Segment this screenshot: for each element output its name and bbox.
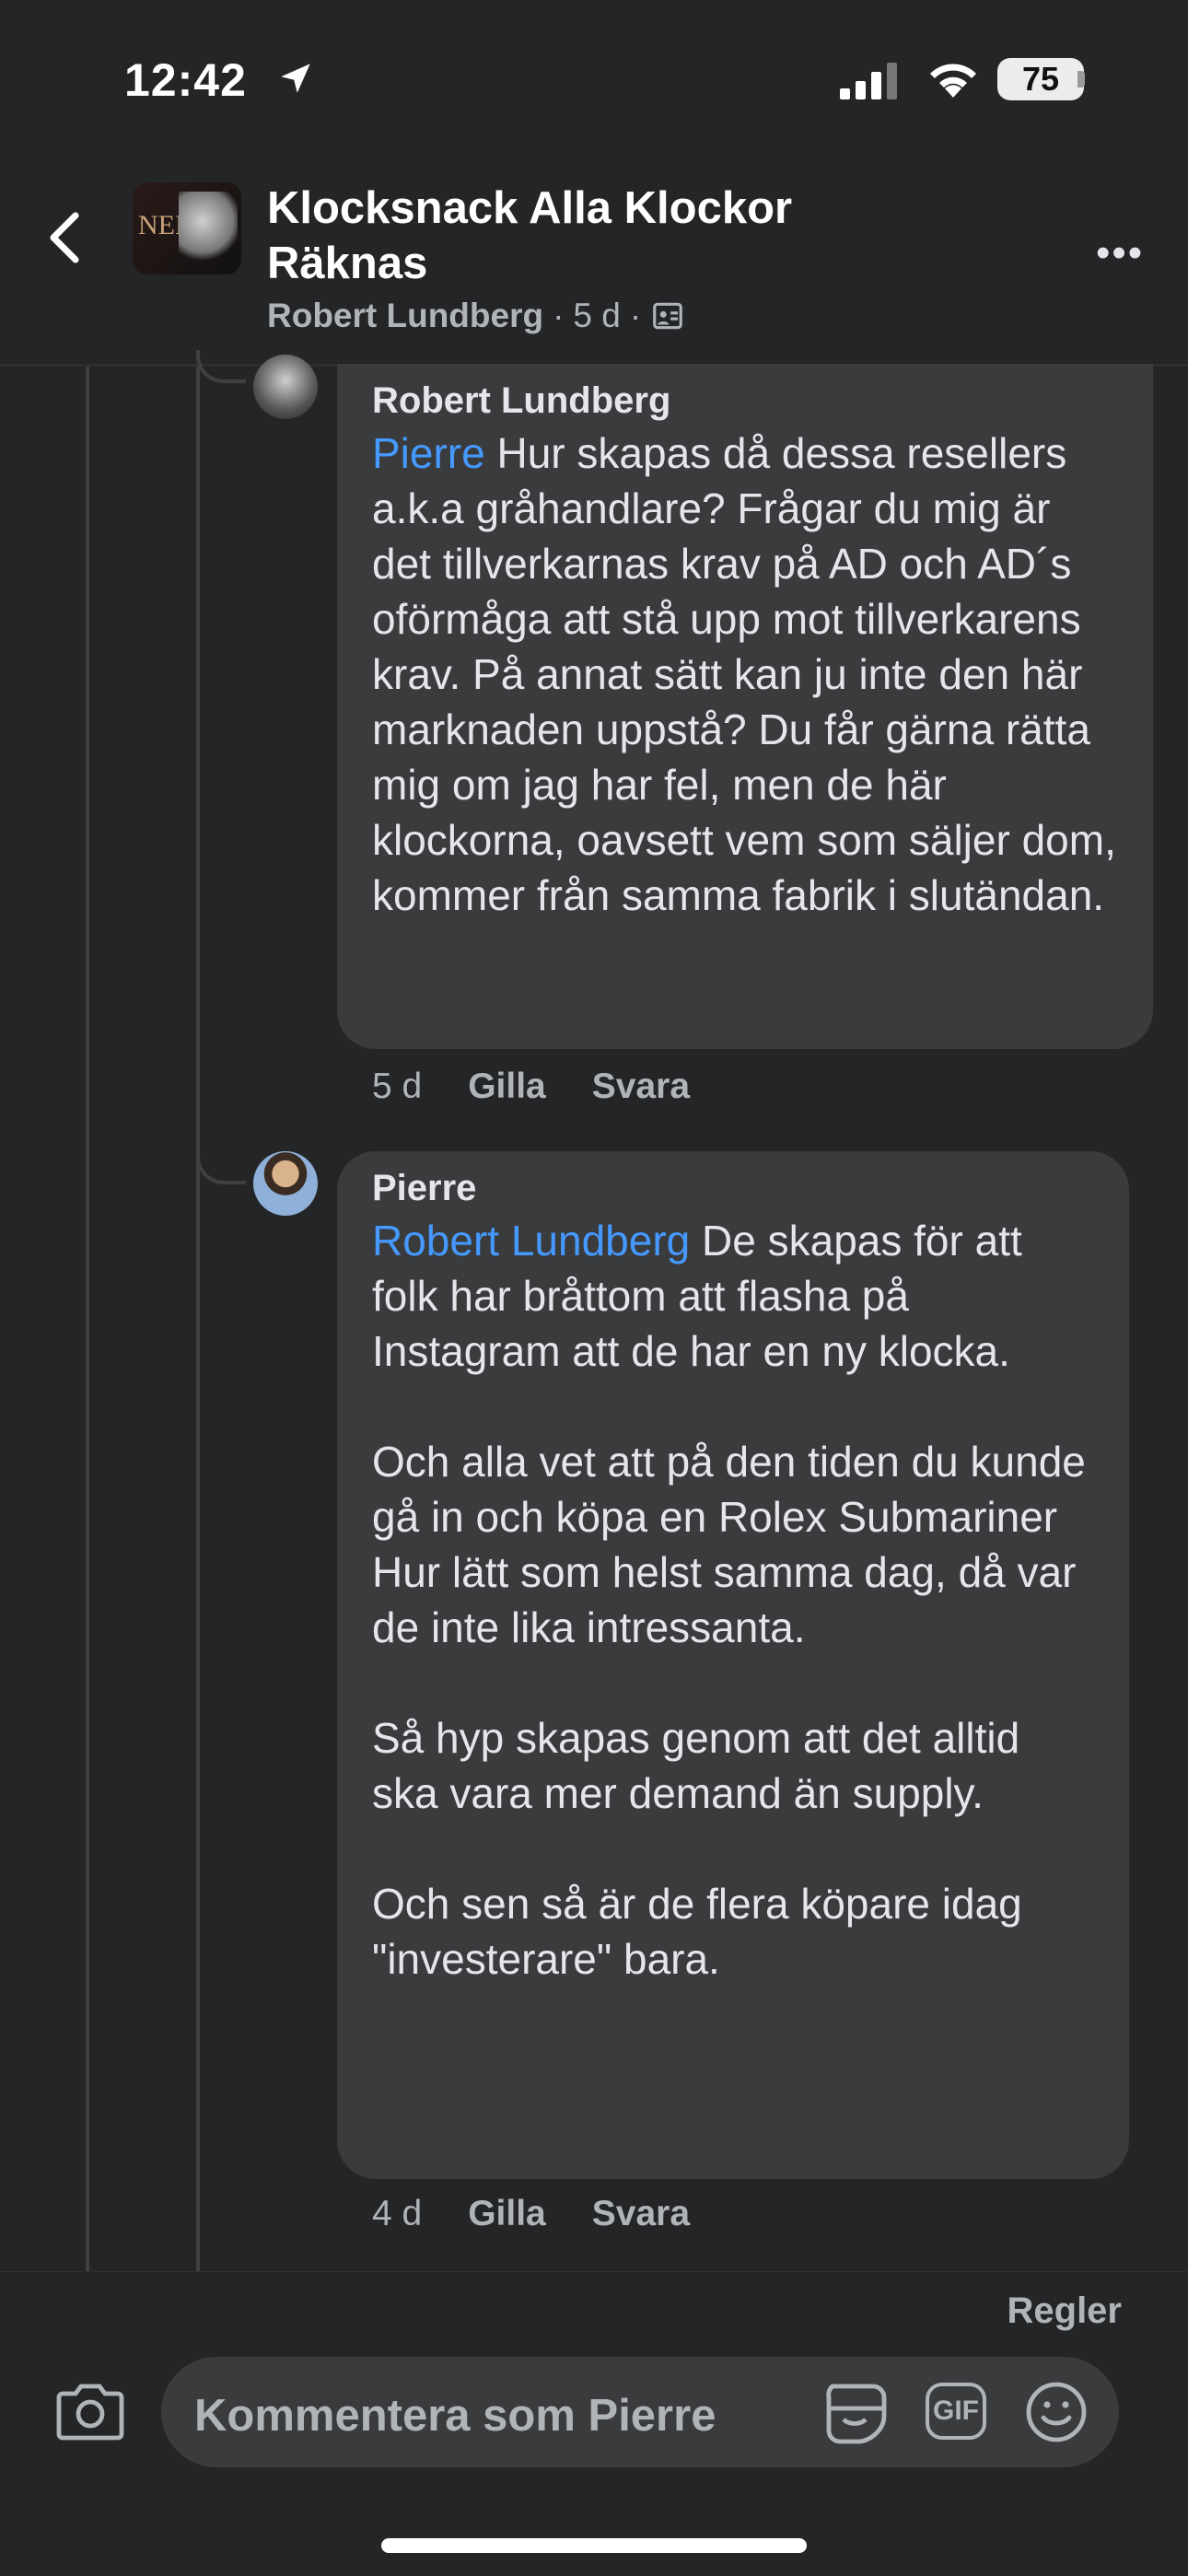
comment-bubble: Pierre Robert Lundberg De skapas för att… xyxy=(337,1151,1129,2179)
avatar[interactable] xyxy=(253,1151,318,1216)
comment-author[interactable]: Robert Lundberg xyxy=(372,380,1118,422)
comment-text: Pierre Hur skapas då dessa resellers a.k… xyxy=(372,425,1118,923)
post-header: NER Klocksnack Alla Klockor Räknas Rober… xyxy=(0,157,1188,366)
comment-body: Hur skapas då dessa resellers a.k.a gråh… xyxy=(372,429,1128,919)
post-author[interactable]: Robert Lundberg xyxy=(267,297,543,335)
avatar[interactable] xyxy=(253,355,318,419)
comment-body: De skapas för att folk har bråttom att f… xyxy=(372,1217,1086,1983)
battery-indicator: 75 xyxy=(997,58,1084,100)
group-avatar[interactable]: NER xyxy=(133,182,241,274)
like-button[interactable]: Gilla xyxy=(468,2194,546,2234)
gif-icon[interactable]: GIF xyxy=(926,2383,986,2440)
comment-text: Robert Lundberg De skapas för att folk h… xyxy=(372,1213,1094,1987)
sticker-icon[interactable] xyxy=(821,2379,891,2445)
comment-bubble: Robert Lundberg Pierre Hur skapas då des… xyxy=(337,364,1153,1049)
location-arrow-icon xyxy=(281,64,310,93)
comment-actions: 4 d Gilla Svara xyxy=(372,2194,690,2234)
mention-link[interactable]: Robert Lundberg xyxy=(372,1217,690,1265)
group-title[interactable]: Klocksnack Alla Klockor Räknas xyxy=(267,181,912,291)
meta-separator: · xyxy=(629,297,642,334)
post-age: 5 d xyxy=(573,297,621,334)
thread-connector xyxy=(196,1133,246,1184)
emoji-icon[interactable] xyxy=(1023,2379,1089,2445)
thread-line-inner xyxy=(196,367,200,2271)
mention-link[interactable]: Pierre xyxy=(372,429,485,477)
camera-icon[interactable] xyxy=(55,2381,125,2442)
group-audience-icon xyxy=(653,302,683,330)
comment-composer: Regler Kommentera som Pierre GIF xyxy=(0,2271,1188,2576)
battery-nub xyxy=(1077,71,1085,87)
reply-button[interactable]: Svara xyxy=(592,1067,690,1107)
thread-connector xyxy=(196,350,246,383)
reply-button[interactable]: Svara xyxy=(592,2194,690,2234)
comment-actions: 5 d Gilla Svara xyxy=(372,1067,690,1107)
comment-input[interactable]: Kommentera som Pierre GIF xyxy=(161,2357,1119,2467)
thread-line-outer xyxy=(86,367,89,2271)
comment-author[interactable]: Pierre xyxy=(372,1168,1094,1209)
cellular-signal-icon xyxy=(840,63,897,99)
comment-age: 5 d xyxy=(372,1067,423,1106)
like-button[interactable]: Gilla xyxy=(468,1067,546,1107)
status-bar: 12:42 75 xyxy=(0,0,1188,157)
clock: 12:42 xyxy=(124,54,247,106)
comment-input-placeholder: Kommentera som Pierre xyxy=(194,2391,716,2441)
more-options-icon[interactable]: ••• xyxy=(1096,230,1144,276)
wifi-icon xyxy=(930,64,976,98)
meta-separator: · xyxy=(553,297,565,334)
back-chevron-icon[interactable] xyxy=(46,210,83,265)
home-indicator[interactable] xyxy=(381,2538,807,2553)
comment-age: 4 d xyxy=(372,2194,423,2233)
post-meta: Robert Lundberg · 5 d · xyxy=(267,297,685,335)
rules-link[interactable]: Regler xyxy=(1007,2290,1123,2332)
